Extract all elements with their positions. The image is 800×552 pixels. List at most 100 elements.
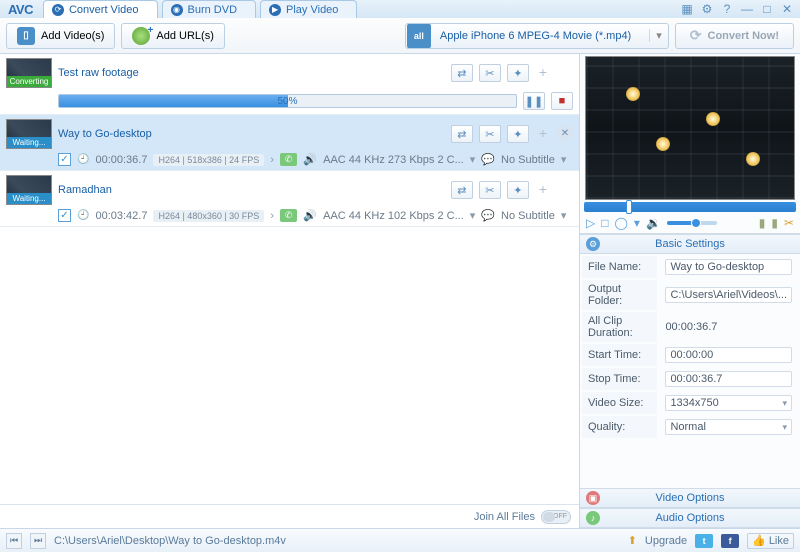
section-title: Video Options [656, 492, 725, 504]
play-icon: ▶ [269, 4, 281, 16]
disc-icon: ◉ [171, 4, 183, 16]
quality-select[interactable]: Normal [665, 419, 792, 435]
cut-button[interactable]: ✂ [479, 125, 501, 143]
list-item[interactable]: Waiting... Way to Go-desktop ⇄ ✂ ✦ + ✕ ✓… [0, 115, 579, 171]
timeline-knob[interactable] [626, 200, 632, 214]
video-codec: H264 | 480x360 | 30 FPS [153, 210, 264, 222]
dropdown-icon[interactable]: ▾ [470, 209, 476, 222]
swap-button[interactable]: ⇄ [451, 64, 473, 82]
dropdown-icon[interactable]: ▾ [470, 153, 476, 166]
options-icon[interactable]: ▦ [680, 2, 694, 16]
remove-button[interactable]: ✕ [557, 125, 573, 141]
scissors-icon[interactable]: ✂ [784, 216, 794, 230]
prev-button[interactable]: ⏮ [6, 533, 22, 549]
help-icon[interactable]: ? [720, 2, 734, 16]
start-time-field[interactable]: 00:00:00 [665, 347, 792, 363]
subtitle-text: No Subtitle [501, 154, 555, 166]
next-button[interactable]: ⏭ [30, 533, 46, 549]
volume-slider[interactable] [667, 221, 717, 225]
stop-icon[interactable]: □ [601, 216, 608, 230]
upgrade-link[interactable]: Upgrade [645, 535, 687, 547]
audio-options-header[interactable]: ♪Audio Options [580, 508, 800, 528]
tab-play-video[interactable]: ▶ Play Video [260, 0, 357, 18]
thumbnail: Waiting... [6, 119, 52, 149]
join-files-label: Join All Files [474, 511, 535, 523]
status-badge: Waiting... [7, 193, 51, 204]
close-icon[interactable]: ✕ [780, 2, 794, 16]
swap-button[interactable]: ⇄ [451, 125, 473, 143]
prop-label: All Clip Duration: [582, 312, 657, 342]
video-options-header[interactable]: ▣ Video Options [580, 488, 800, 508]
facebook-icon[interactable]: f [721, 534, 739, 548]
tab-convert-video[interactable]: ⟳Convert Video [43, 0, 158, 18]
app-logo: AVC [8, 2, 33, 17]
refresh-icon: ⟳ [690, 27, 702, 44]
minimize-icon[interactable]: — [740, 2, 754, 16]
add-icon[interactable]: + [535, 125, 551, 143]
status-badge: Converting [7, 76, 51, 87]
convert-now-button[interactable]: ⟳Convert Now! [675, 23, 794, 49]
chevron-down-icon[interactable]: ▾ [634, 216, 640, 230]
mark-in-icon[interactable]: ▮ [759, 216, 766, 230]
tab-burn-dvd[interactable]: ◉ Burn DVD [162, 0, 257, 18]
subtitle-text: No Subtitle [501, 210, 555, 222]
output-profile-selector[interactable]: all Apple iPhone 6 MPEG-4 Movie (*.mp4) … [405, 23, 669, 49]
phone-icon: ✆ [280, 153, 298, 166]
duration: 00:03:42.7 [95, 210, 147, 222]
cut-button[interactable]: ✂ [479, 181, 501, 199]
list-item[interactable]: Converting Test raw footage ⇄ ✂ ✦ + ✕ 50… [0, 54, 579, 115]
speaker-icon: 🔊 [303, 153, 317, 166]
dropdown-icon[interactable]: ▾ [561, 209, 567, 222]
checkbox[interactable]: ✓ [58, 209, 71, 222]
snapshot-icon[interactable]: ◯ [614, 216, 627, 230]
tab-label: Burn DVD [188, 4, 238, 16]
clock-icon: 🕘 [77, 154, 89, 165]
wand-button[interactable]: ✦ [507, 125, 529, 143]
maximize-icon[interactable]: □ [760, 2, 774, 16]
checkbox[interactable]: ✓ [58, 153, 71, 166]
tab-label: Play Video [286, 4, 338, 16]
cut-button[interactable]: ✂ [479, 64, 501, 82]
add-videos-button[interactable]: ▯Add Video(s) [6, 23, 115, 49]
wand-button[interactable]: ✦ [507, 64, 529, 82]
subtitle-icon: 💬 [481, 153, 495, 166]
basic-settings-header[interactable]: ⚙Basic Settings [580, 234, 800, 254]
tab-label: Convert Video [69, 4, 139, 16]
chevron-right-icon[interactable]: › [270, 210, 274, 222]
play-icon[interactable]: ▷ [586, 216, 595, 230]
stop-button[interactable]: ■ [551, 92, 573, 110]
upgrade-icon: ⬆ [628, 534, 637, 547]
preview-timeline[interactable] [584, 202, 796, 212]
chevron-right-icon[interactable]: › [270, 154, 274, 166]
film-plus-icon: ▯ [17, 27, 35, 45]
prop-label: Video Size: [582, 392, 657, 414]
prop-label: Output Folder: [582, 280, 657, 310]
video-icon: ▣ [586, 491, 600, 505]
list-item[interactable]: Waiting... Ramadhan ⇄ ✂ ✦ + ✕ ✓ 🕘 00:03:… [0, 171, 579, 227]
wand-button[interactable]: ✦ [507, 181, 529, 199]
add-icon[interactable]: + [535, 181, 551, 199]
video-preview[interactable] [585, 56, 795, 200]
dropdown-icon[interactable]: ▾ [561, 153, 567, 166]
prop-label: File Name: [582, 256, 657, 278]
stop-time-field[interactable]: 00:00:36.7 [665, 371, 792, 387]
add-urls-button[interactable]: Add URL(s) [121, 23, 224, 49]
video-size-select[interactable]: 1334x750 [665, 395, 792, 411]
audio-info: AAC 44 KHz 102 Kbps 2 C... [323, 210, 464, 222]
pause-button[interactable]: ❚❚ [523, 92, 545, 110]
output-folder-field[interactable]: C:\Users\Ariel\Videos\... [665, 287, 792, 303]
item-title: Test raw footage [58, 67, 445, 79]
file-name-field[interactable]: Way to Go-desktop [665, 259, 792, 275]
progress-text: 50% [277, 95, 297, 108]
swap-button[interactable]: ⇄ [451, 181, 473, 199]
conversion-list: Converting Test raw footage ⇄ ✂ ✦ + ✕ 50… [0, 54, 579, 504]
phone-icon: ✆ [280, 209, 298, 222]
like-button[interactable]: 👍Like [747, 533, 794, 549]
volume-icon[interactable]: 🔉 [646, 216, 661, 230]
settings-icon[interactable]: ⚙ [700, 2, 714, 16]
audio-icon: ♪ [586, 511, 600, 525]
join-files-toggle[interactable]: OFF [541, 510, 571, 524]
mark-out-icon[interactable]: ▮ [771, 216, 778, 230]
twitter-icon[interactable]: t [695, 534, 713, 548]
add-icon[interactable]: + [535, 64, 551, 82]
